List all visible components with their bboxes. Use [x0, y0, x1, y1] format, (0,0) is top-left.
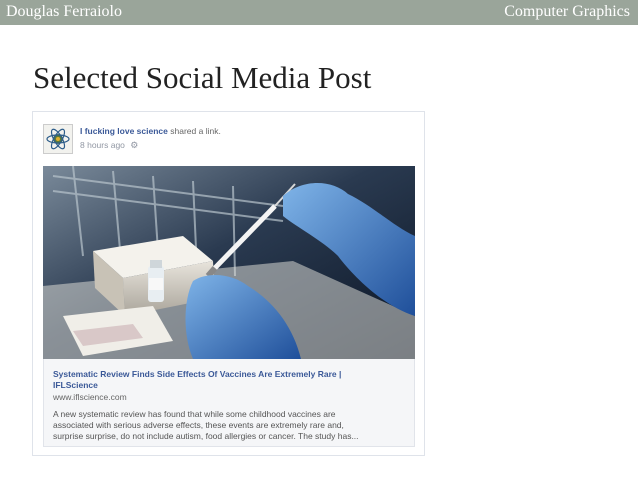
author-label: Douglas Ferraiolo [6, 3, 122, 20]
post-meta: 8 hours ago ⚙ [80, 140, 138, 151]
gear-icon[interactable]: ⚙ [130, 140, 138, 150]
post-action-text: shared a link. [170, 126, 221, 136]
page-name-link[interactable]: I fucking love science [80, 126, 168, 136]
link-desc-line-3: surprise surprise, do not include autism… [53, 431, 359, 441]
post-timestamp[interactable]: 8 hours ago [80, 140, 125, 150]
link-desc-line-1: A new systematic review has found that w… [53, 409, 336, 419]
link-domain: www.iflscience.com [53, 392, 127, 402]
link-preview-box[interactable]: Systematic Review Finds Side Effects Of … [43, 359, 415, 447]
link-title[interactable]: Systematic Review Finds Side Effects Of … [53, 369, 403, 391]
slide-header-bar: Douglas Ferraiolo Computer Graphics [0, 0, 638, 25]
vaccine-syringe-photo [43, 166, 415, 359]
facebook-post: I fucking love science shared a link. 8 … [32, 111, 425, 456]
page-avatar[interactable] [43, 124, 73, 154]
link-preview-image[interactable] [43, 166, 415, 359]
science-logo-icon [44, 125, 72, 153]
link-title-line-2[interactable]: IFLScience [53, 380, 98, 390]
slide-title: Selected Social Media Post [33, 60, 372, 95]
post-header-line: I fucking love science shared a link. [80, 126, 221, 136]
link-desc-line-2: associated with serious adverse effects,… [53, 420, 344, 430]
course-label: Computer Graphics [504, 3, 630, 20]
link-description: A new systematic review has found that w… [53, 409, 409, 442]
link-title-line-1[interactable]: Systematic Review Finds Side Effects Of … [53, 369, 341, 379]
